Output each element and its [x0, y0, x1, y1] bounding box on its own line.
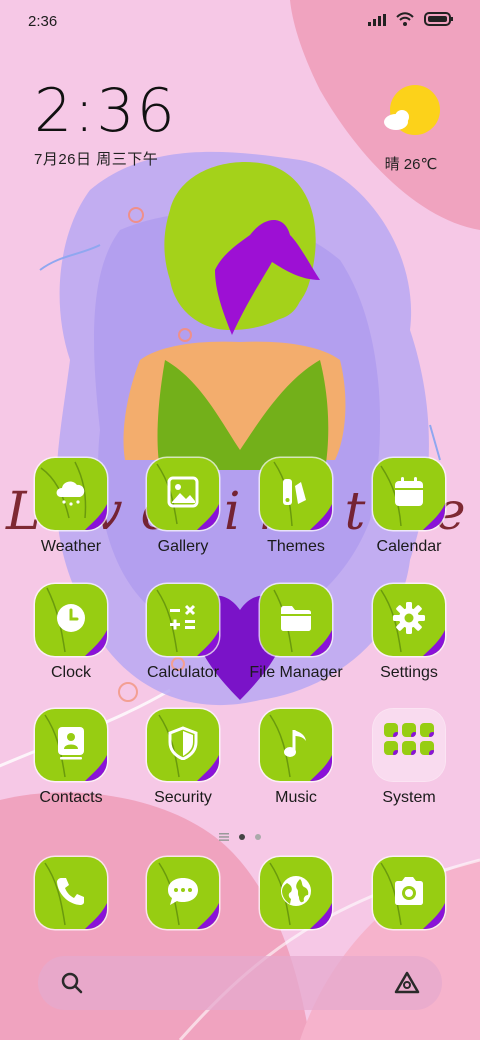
clock-date: 7月26日 周三下午: [34, 151, 159, 168]
music-app-tile: [260, 709, 332, 781]
page-dot-active[interactable]: [239, 834, 245, 840]
app-label: Calculator: [146, 664, 220, 681]
status-bar: 2:36: [0, 0, 480, 42]
app-security[interactable]: Security: [127, 709, 239, 807]
weather-widget[interactable]: 晴 26℃: [376, 84, 446, 174]
dock-phone[interactable]: [15, 857, 127, 929]
clock-widget[interactable]: 2:36 7月26日 周三下午: [34, 78, 177, 169]
app-contacts[interactable]: Contacts: [15, 709, 127, 807]
page-list-icon: [219, 828, 229, 846]
app-label: Clock: [50, 664, 91, 681]
app-music[interactable]: Music: [240, 709, 352, 807]
app-label: Contacts: [39, 789, 103, 806]
image-icon: [167, 476, 199, 513]
folder-mini-app: [420, 741, 434, 755]
app-gallery[interactable]: Gallery: [127, 458, 239, 556]
gallery-app-tile: [147, 458, 219, 530]
phone-icon: [55, 875, 87, 912]
calendar-icon: [393, 476, 425, 513]
folder-mini-app: [420, 723, 434, 737]
status-time: 2:36: [28, 13, 58, 30]
calculator-icon: [168, 603, 198, 638]
contacts-app-tile: [35, 709, 107, 781]
clock-icon: [55, 602, 87, 639]
app-clock[interactable]: Clock: [15, 584, 127, 682]
app-label: System: [382, 789, 436, 806]
music-note-icon: [281, 726, 311, 765]
phone-app-tile: [35, 857, 107, 929]
app-settings[interactable]: Settings: [353, 584, 465, 682]
app-label: File Manager: [249, 664, 343, 681]
folder-grid-icon: [373, 709, 445, 781]
search-bar[interactable]: [38, 956, 442, 1010]
app-themes[interactable]: Themes: [240, 458, 352, 556]
dock-camera[interactable]: [353, 857, 465, 929]
app-label: Gallery: [157, 538, 209, 555]
messages-app-tile: [147, 857, 219, 929]
clock-time: 2:36: [34, 76, 177, 146]
theme-brush-icon: [280, 476, 312, 513]
page-dot[interactable]: [255, 834, 261, 840]
folder-system[interactable]: System: [353, 709, 465, 807]
folder-icon: [279, 603, 313, 638]
app-calculator[interactable]: Calculator: [127, 584, 239, 682]
app-label: Calendar: [376, 538, 442, 555]
camera-icon: [392, 876, 426, 911]
settings-app-tile: [373, 584, 445, 656]
browser-app-tile: [260, 857, 332, 929]
dock-browser[interactable]: [240, 857, 352, 929]
message-icon: [166, 875, 200, 912]
wifi-icon: [396, 12, 414, 31]
file-manager-app-tile: [260, 584, 332, 656]
signal-icon: [368, 13, 386, 31]
calendar-app-tile: [373, 458, 445, 530]
sun-cloud-icon: [380, 85, 442, 146]
security-app-tile: [147, 709, 219, 781]
clock-app-tile: [35, 584, 107, 656]
contacts-icon: [56, 726, 86, 765]
app-label: Themes: [267, 538, 325, 555]
app-label: Settings: [380, 664, 438, 681]
app-weather[interactable]: Weather: [15, 458, 127, 556]
app-file-manager[interactable]: File Manager: [240, 584, 352, 682]
themes-app-tile: [260, 458, 332, 530]
folder-mini-app: [402, 741, 416, 755]
search-icon[interactable]: [60, 971, 84, 1000]
weather-app-tile: [35, 458, 107, 530]
shield-icon: [168, 725, 198, 765]
app-label: Weather: [40, 538, 102, 555]
folder-mini-app: [384, 741, 398, 755]
folder-mini-app: [384, 723, 398, 737]
app-calendar[interactable]: Calendar: [353, 458, 465, 556]
weather-cloud-icon: [53, 477, 89, 512]
calculator-app-tile: [147, 584, 219, 656]
gear-icon: [392, 601, 426, 640]
folder-mini-app: [402, 723, 416, 737]
battery-icon: [424, 12, 454, 31]
page-indicator[interactable]: [0, 828, 480, 846]
browser-globe-icon: [279, 874, 313, 913]
dock-messages[interactable]: [127, 857, 239, 929]
weather-text: 晴 26℃: [384, 156, 438, 173]
app-label: Music: [275, 789, 317, 806]
assistant-icon[interactable]: [394, 971, 420, 1000]
camera-app-tile: [373, 857, 445, 929]
app-label: Security: [154, 789, 212, 806]
